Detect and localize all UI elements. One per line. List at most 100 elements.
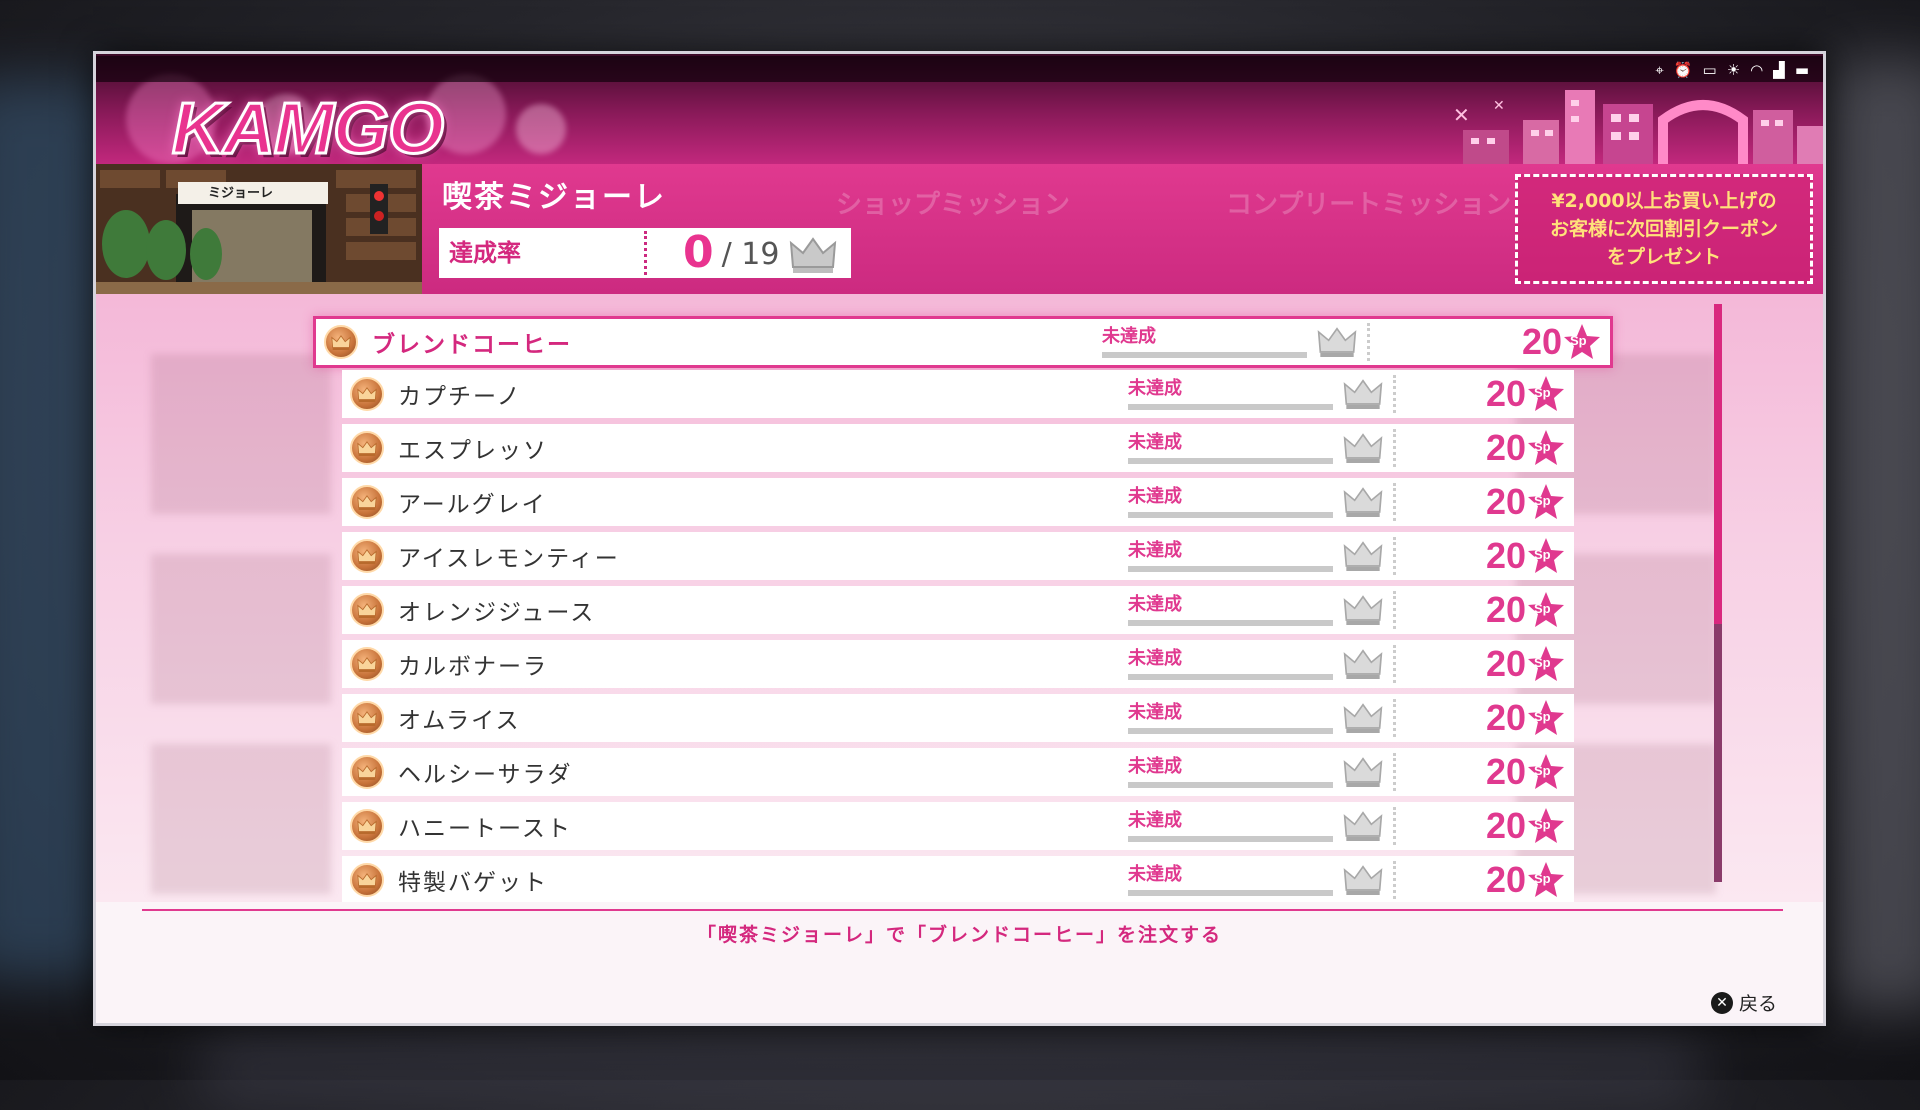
mission-name: カルボナーラ bbox=[398, 654, 548, 680]
back-label: 戻る bbox=[1738, 993, 1777, 1015]
mission-name: 特製バゲット bbox=[398, 870, 548, 896]
shop-name: 喫茶ミジョーレ bbox=[442, 180, 666, 215]
sp-label: Sp bbox=[1534, 709, 1551, 724]
background-blur bbox=[200, 1030, 1700, 1110]
completion-rate: 達成率 0 / 19 bbox=[439, 228, 851, 278]
svg-text:✕: ✕ bbox=[1493, 98, 1505, 114]
crown-medal-icon bbox=[350, 809, 384, 843]
crown-medal-icon bbox=[350, 863, 384, 897]
mission-reward: 20 Sp bbox=[1396, 805, 1574, 847]
crown-icon bbox=[1333, 428, 1393, 468]
mission-row[interactable]: オムライス 未達成 20 Sp bbox=[342, 694, 1574, 742]
alarm-icon: ⏰ bbox=[1673, 61, 1693, 79]
mission-name: ブレンドコーヒー bbox=[372, 332, 572, 358]
mission-status: 未達成 bbox=[1102, 322, 1307, 362]
mission-status: 未達成 bbox=[1128, 482, 1333, 522]
mission-status: 未達成 bbox=[1128, 590, 1333, 630]
reward-points: 20 bbox=[1485, 643, 1526, 684]
sp-label: Sp bbox=[1534, 871, 1551, 886]
mission-reward: 20 Sp bbox=[1370, 321, 1610, 363]
mission-status: 未達成 bbox=[1128, 428, 1333, 468]
mission-reward: 20 Sp bbox=[1396, 751, 1574, 793]
crown-icon bbox=[1333, 698, 1393, 738]
sp-label: Sp bbox=[1534, 817, 1551, 832]
shop-sign: ミジョーレ bbox=[208, 186, 274, 201]
sp-star-icon: Sp bbox=[1526, 698, 1566, 738]
mission-reward: 20 Sp bbox=[1396, 859, 1574, 901]
tab-shop-mission[interactable]: ショップミッション bbox=[836, 184, 1070, 221]
sp-label: Sp bbox=[1534, 439, 1551, 454]
mission-name: カプチーノ bbox=[398, 384, 522, 410]
reward-points: 20 bbox=[1485, 535, 1526, 576]
battery-icon: ▬ bbox=[1794, 61, 1809, 79]
sp-star-icon: Sp bbox=[1526, 374, 1566, 414]
completion-count: 0 bbox=[683, 227, 714, 278]
mission-row[interactable]: オレンジジュース 未達成 20 Sp bbox=[342, 586, 1574, 634]
mission-status-text: 未達成 bbox=[1128, 810, 1182, 831]
crown-medal-icon bbox=[350, 701, 384, 735]
location-icon: ⌖ bbox=[1655, 61, 1664, 79]
crown-medal-icon bbox=[350, 431, 384, 465]
reward-points: 20 bbox=[1485, 427, 1526, 468]
crown-medal-icon bbox=[350, 593, 384, 627]
back-button[interactable]: ✕ 戻る bbox=[1710, 989, 1777, 1016]
mission-row[interactable]: ヘルシーサラダ 未達成 20 Sp bbox=[342, 748, 1574, 796]
mission-status-text: 未達成 bbox=[1128, 594, 1182, 615]
mission-progress-bar bbox=[1102, 352, 1307, 358]
mission-name: エスプレッソ bbox=[398, 438, 548, 464]
crown-medal-icon bbox=[350, 647, 384, 681]
completion-total: / 19 bbox=[721, 237, 780, 272]
mission-status: 未達成 bbox=[1128, 860, 1333, 900]
footer-divider bbox=[142, 909, 1783, 911]
wifi-icon: ◠ bbox=[1750, 61, 1764, 79]
mission-status-text: 未達成 bbox=[1128, 702, 1182, 723]
coupon-line: お客様に次回割引クーポン bbox=[1549, 218, 1778, 240]
mission-progress-bar bbox=[1128, 836, 1333, 842]
mission-row[interactable]: ブレンドコーヒー 未達成 20 Sp bbox=[313, 316, 1613, 368]
sp-star-icon: Sp bbox=[1526, 806, 1566, 846]
mission-reward: 20 Sp bbox=[1396, 535, 1574, 577]
sp-label: Sp bbox=[1534, 547, 1551, 562]
shop-photo: ミジョーレ bbox=[96, 164, 422, 294]
mission-status-text: 未達成 bbox=[1128, 432, 1182, 453]
mission-status-text: 未達成 bbox=[1128, 648, 1182, 669]
tab-complete-mission[interactable]: コンプリートミッション bbox=[1226, 184, 1511, 221]
mission-status: 未達成 bbox=[1128, 806, 1333, 846]
signal-icon: ▟ bbox=[1773, 61, 1785, 79]
cross-button-icon: ✕ bbox=[1710, 991, 1733, 1014]
mission-row[interactable]: カルボナーラ 未達成 20 Sp bbox=[342, 640, 1574, 688]
kamgo-logo: KAMGO bbox=[171, 88, 446, 165]
mission-hint: 「喫茶ミジョーレ」で「ブレンドコーヒー」を注文する bbox=[696, 924, 1222, 946]
mission-row[interactable]: ハニートースト 未達成 20 Sp bbox=[342, 802, 1574, 850]
mission-row[interactable]: 特製バゲット 未達成 20 Sp bbox=[342, 856, 1574, 902]
mission-status: 未達成 bbox=[1128, 374, 1333, 414]
mission-row[interactable]: カプチーノ 未達成 20 Sp bbox=[342, 370, 1574, 418]
mission-status-text: 未達成 bbox=[1128, 540, 1182, 561]
crown-icon bbox=[790, 237, 837, 273]
sp-star-icon: Sp bbox=[1562, 322, 1602, 362]
scrollbar[interactable] bbox=[1714, 304, 1722, 882]
sp-label: Sp bbox=[1534, 655, 1551, 670]
mission-list: ブレンドコーヒー 未達成 20 Sp カプチーノ 未達成 20 Sp エスプレッ… bbox=[96, 294, 1823, 902]
completion-rate-label: 達成率 bbox=[439, 231, 647, 275]
mission-row[interactable]: アールグレイ 未達成 20 Sp bbox=[342, 478, 1574, 526]
mission-status-text: 未達成 bbox=[1128, 378, 1182, 399]
mission-progress-bar bbox=[1128, 458, 1333, 464]
mission-row[interactable]: アイスレモンティー 未達成 20 Sp bbox=[342, 532, 1574, 580]
device-status-bar: ⌖ ⏰ ▭ ☀ ◠ ▟ ▬ bbox=[96, 56, 1823, 82]
mission-reward: 20 Sp bbox=[1396, 427, 1574, 469]
crown-icon bbox=[1333, 806, 1393, 846]
mission-progress-bar bbox=[1128, 566, 1333, 572]
crown-medal-icon bbox=[350, 485, 384, 519]
sp-star-icon: Sp bbox=[1526, 428, 1566, 468]
shop-banner: ミジョーレ ショップミッション コンプリートミッション 喫茶ミジョーレ 達成率 … bbox=[96, 164, 1823, 294]
crown-icon bbox=[1333, 536, 1393, 576]
mission-name: オムライス bbox=[398, 708, 521, 734]
mission-status-text: 未達成 bbox=[1102, 326, 1156, 347]
brightness-icon: ☀ bbox=[1726, 61, 1741, 79]
crown-icon bbox=[1333, 860, 1393, 900]
crown-icon bbox=[1333, 590, 1393, 630]
mission-progress-bar bbox=[1128, 728, 1333, 734]
scrollbar-thumb[interactable] bbox=[1714, 304, 1722, 624]
mission-row[interactable]: エスプレッソ 未達成 20 Sp bbox=[342, 424, 1574, 472]
